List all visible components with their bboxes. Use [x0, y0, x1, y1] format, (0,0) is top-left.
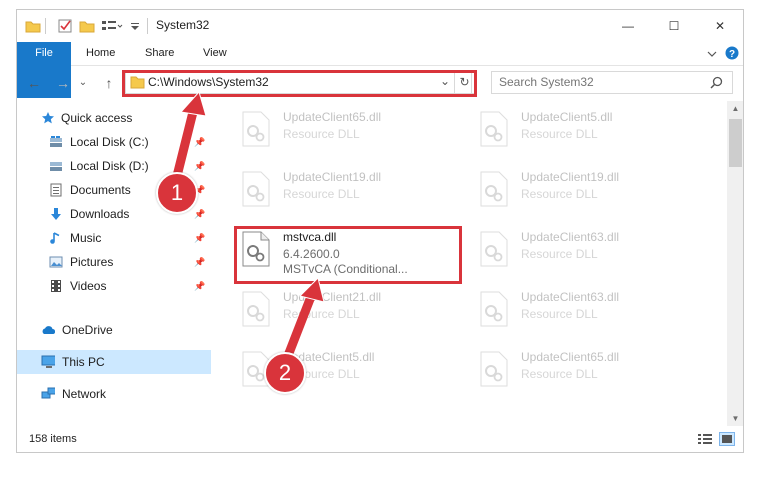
annotation-arrows [171, 90, 325, 371]
step-1-badge: 1 [156, 172, 198, 214]
step-2-badge: 2 [264, 352, 306, 394]
arrowhead-2 [299, 277, 325, 303]
arrowhead-1 [180, 90, 207, 117]
arrow-1 [171, 103, 199, 185]
